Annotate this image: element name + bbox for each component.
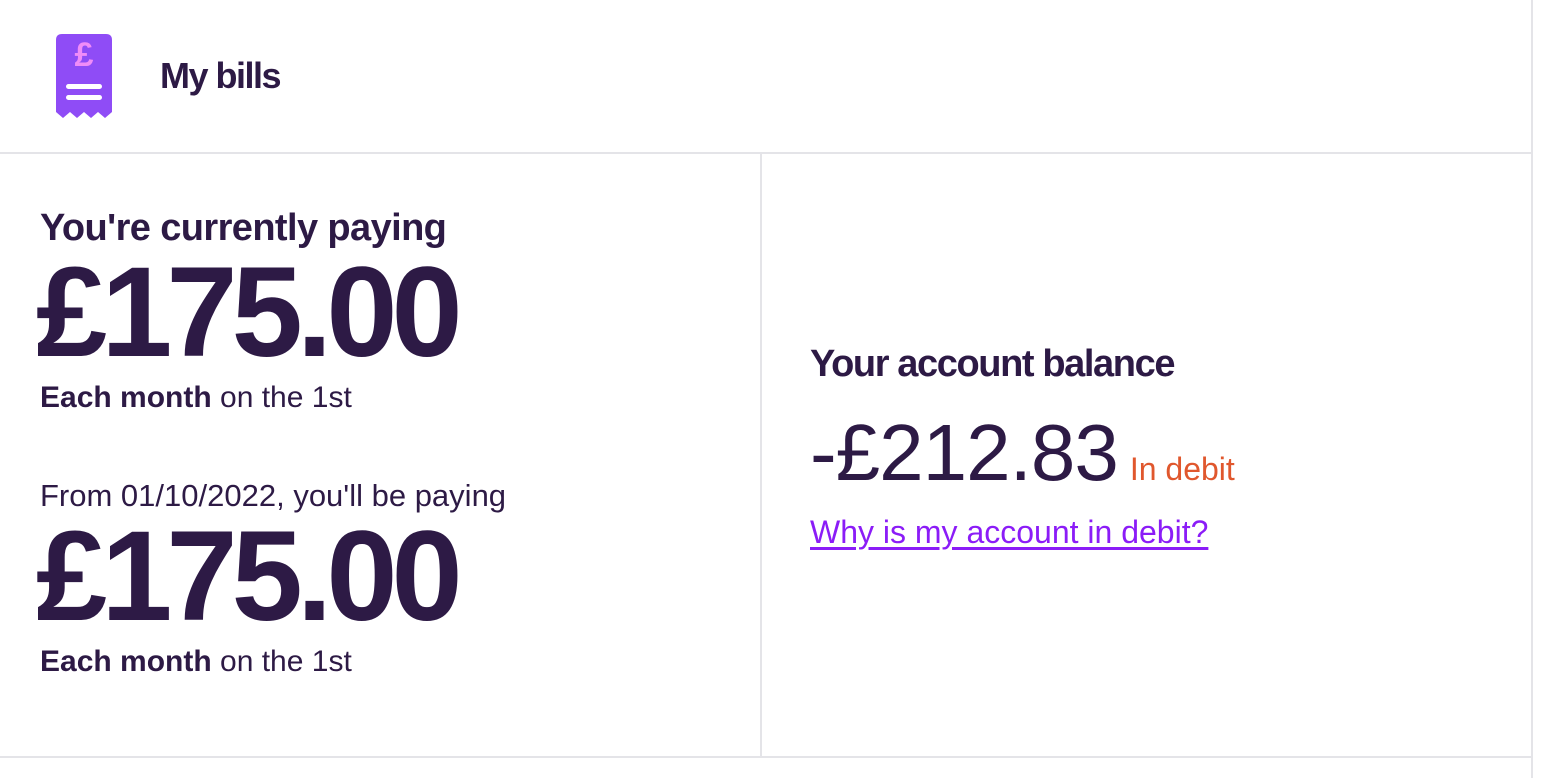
balance-amount: -£212.83 <box>810 407 1119 497</box>
receipt-pound-icon: £ <box>56 34 112 118</box>
balance-status-badge: In debit <box>1129 450 1235 487</box>
current-payment-amount: £175.00 <box>36 241 463 384</box>
bills-card: £ My bills You're currently paying £175.… <box>0 0 1533 778</box>
future-payment-frequency: Each month on the 1st <box>40 642 760 682</box>
current-payment-frequency: Each month on the 1st <box>40 378 760 418</box>
svg-text:£: £ <box>75 36 94 74</box>
future-payment-amount: £175.00 <box>36 505 463 648</box>
current-frequency-bold: Each month <box>40 381 212 414</box>
page-title: My bills <box>160 55 282 96</box>
future-frequency-bold: Each month <box>40 645 212 678</box>
bills-header: £ My bills <box>0 0 1531 154</box>
payment-summary: You're currently paying £175.00 Each mon… <box>0 154 762 756</box>
balance-row: -£212.83 In debit <box>810 407 1531 497</box>
bills-body: You're currently paying £175.00 Each mon… <box>0 154 1531 758</box>
account-balance: Your account balance -£212.83 In debit W… <box>762 154 1531 756</box>
debit-explanation-link[interactable]: Why is my account in debit? <box>810 514 1208 551</box>
current-frequency-rest: on the 1st <box>211 381 352 414</box>
future-frequency-rest: on the 1st <box>211 645 352 678</box>
balance-title: Your account balance <box>810 342 1175 385</box>
